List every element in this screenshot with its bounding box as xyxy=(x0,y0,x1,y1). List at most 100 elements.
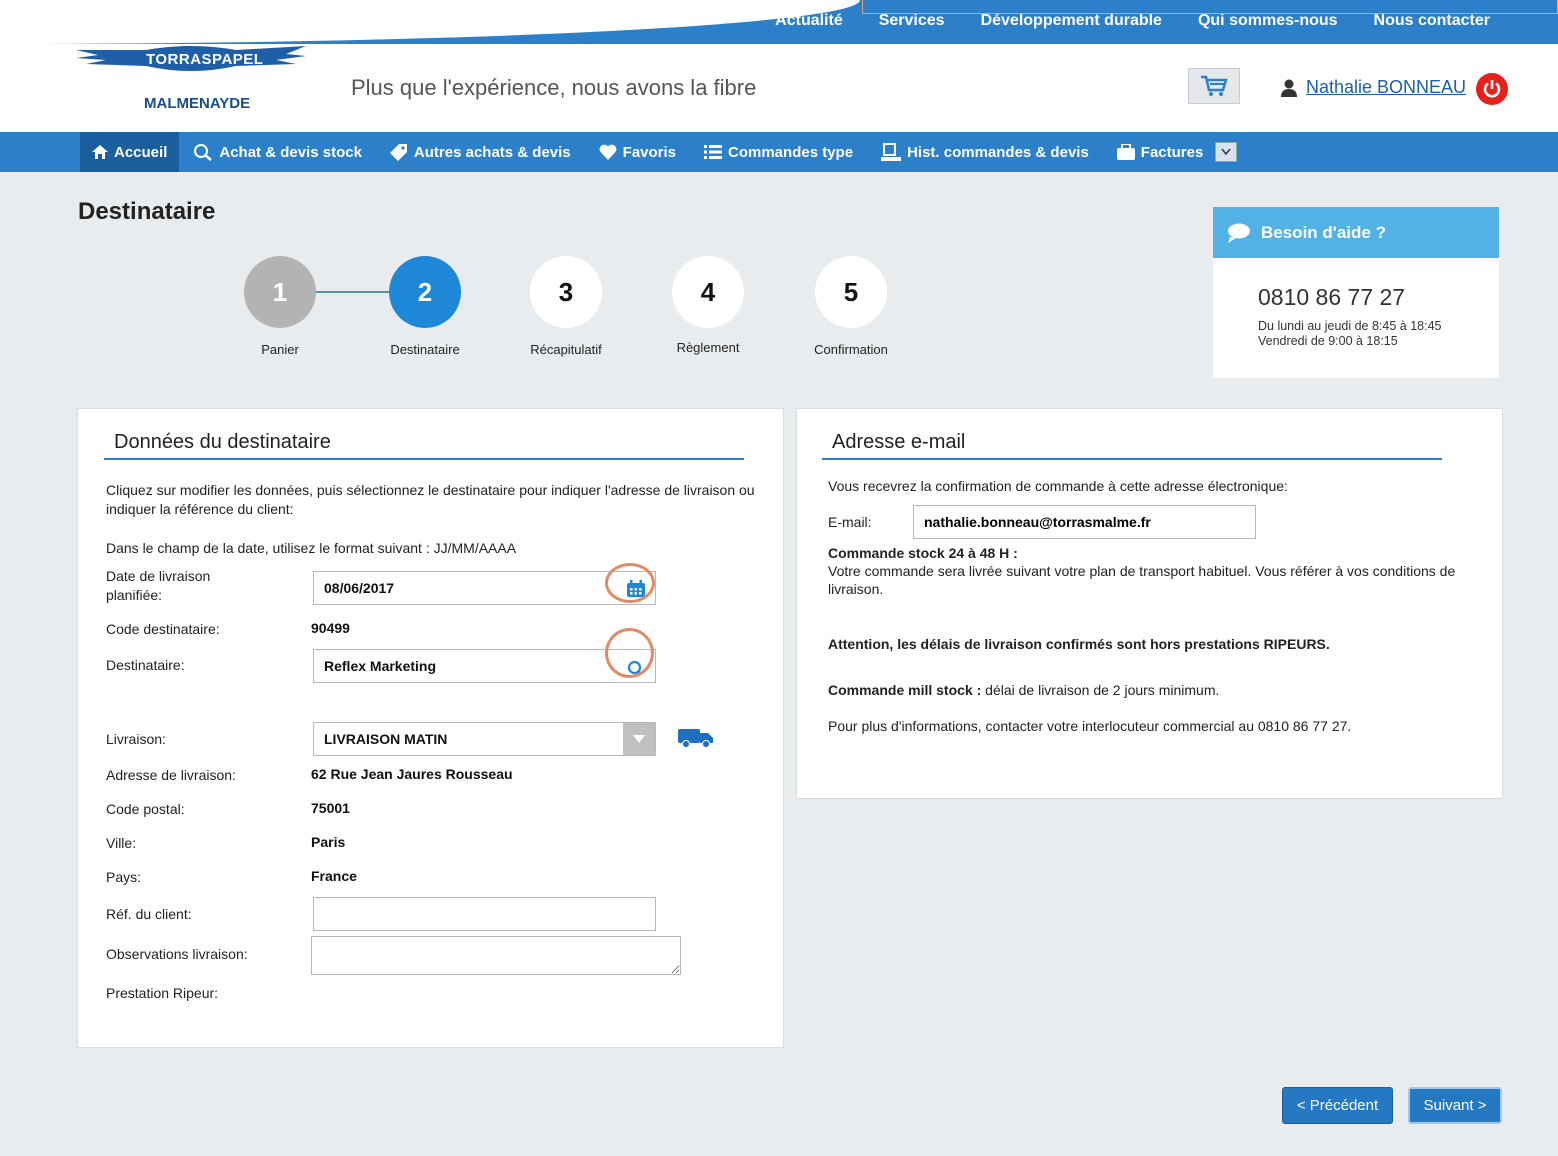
previous-button[interactable]: < Précédent xyxy=(1282,1087,1393,1124)
top-link-qui-sommes-nous[interactable]: Qui sommes-nous xyxy=(1180,12,1356,30)
top-links: Actualité Services Développement durable… xyxy=(757,12,1508,30)
date-input[interactable]: 08/06/2017 xyxy=(313,571,656,605)
annotation-circle xyxy=(605,563,655,603)
nav-commandes-type[interactable]: Commandes type xyxy=(690,132,867,172)
mill-title: Commande mill stock : xyxy=(828,682,982,698)
delivery-select[interactable]: LIVRAISON MATIN xyxy=(313,722,656,756)
history-icon xyxy=(881,143,902,161)
chat-bubble-icon xyxy=(1228,223,1250,243)
nav-accueil[interactable]: Accueil xyxy=(80,132,180,172)
date-format-hint: Dans le champ de la date, utilisez le fo… xyxy=(106,540,517,556)
list-icon xyxy=(704,145,723,159)
help-phone: 0810 86 77 27 xyxy=(1258,284,1406,310)
stock-text: Votre commande sera livrée suivant votre… xyxy=(828,563,1456,597)
logo-text-bottom: MALMENAYDE xyxy=(144,95,251,112)
user-name-link[interactable]: Nathalie BONNEAU xyxy=(1306,77,1466,98)
top-nav: Actualité Services Développement durable… xyxy=(0,0,1558,44)
step-confirmation: 5 Confirmation xyxy=(814,256,888,357)
delivery-label: Livraison: xyxy=(106,731,166,747)
step-reglement: 4 Règlement xyxy=(672,256,744,355)
observations-textarea[interactable] xyxy=(311,936,681,975)
user-icon xyxy=(1281,79,1297,97)
code-value: 90499 xyxy=(311,620,350,636)
email-label: E-mail: xyxy=(828,514,872,530)
main-nav: Accueil Achat & devis stock Autres achat… xyxy=(0,132,1558,172)
nav-commandes-label: Commandes type xyxy=(728,143,854,161)
nav-favoris[interactable]: Favoris xyxy=(585,132,690,172)
step-number: 4 xyxy=(672,256,744,328)
annotation-circle xyxy=(605,628,654,678)
date-value: 08/06/2017 xyxy=(324,580,395,596)
ref-label: Réf. du client: xyxy=(106,906,192,922)
search-icon xyxy=(194,144,213,161)
ripeur-warning: Attention, les délais de livraison confi… xyxy=(828,636,1330,652)
client-ref-input[interactable] xyxy=(313,897,656,931)
nav-achat-devis-stock[interactable]: Achat & devis stock xyxy=(179,132,376,172)
step-number: 2 xyxy=(389,256,461,328)
step-label: Destinataire xyxy=(390,342,460,357)
nav-more-dropdown[interactable] xyxy=(1215,142,1238,162)
help-header[interactable]: Besoin d'aide ? xyxy=(1213,207,1499,258)
top-link-actualite[interactable]: Actualité xyxy=(757,12,861,30)
dest-value: Reflex Marketing xyxy=(324,658,437,674)
country-label: Pays: xyxy=(106,869,142,885)
help-title: Besoin d'aide ? xyxy=(1261,222,1386,242)
dest-label: Destinataire: xyxy=(106,657,185,673)
ripeur-label: Prestation Ripeur: xyxy=(106,985,219,1001)
postal-value: 75001 xyxy=(311,800,350,816)
email-card: Adresse e-mail Vous recevrez la confirma… xyxy=(796,408,1503,799)
tagline: Plus que l'expérience, nous avons la fib… xyxy=(351,75,757,100)
heart-icon xyxy=(599,144,617,160)
nav-hist-commandes[interactable]: Hist. commandes & devis xyxy=(867,132,1103,172)
top-link-services[interactable]: Services xyxy=(861,12,963,30)
address-value: 62 Rue Jean Jaures Rousseau xyxy=(311,766,513,782)
help-hours-weekdays: Du lundi au jeudi de 8:45 à 18:45 xyxy=(1258,319,1442,333)
step-label: Récapitulatif xyxy=(530,342,602,357)
truck-icon xyxy=(678,729,713,748)
logout-button[interactable] xyxy=(1476,73,1508,105)
top-link-nous-contacter[interactable]: Nous contacter xyxy=(1356,12,1508,30)
code-label: Code destinataire: xyxy=(106,621,220,637)
recipient-title: Données du destinataire xyxy=(104,431,744,460)
chevron-down-icon xyxy=(1221,148,1231,156)
header-swoosh xyxy=(0,0,860,44)
email-input[interactable] xyxy=(913,505,1256,539)
user-menu: Nathalie BONNEAU xyxy=(1280,77,1466,98)
logo[interactable]: TORRASPAPEL MALMENAYDE xyxy=(70,40,320,120)
nav-factures[interactable]: Factures xyxy=(1103,132,1252,172)
logo-text-top: TORRASPAPEL xyxy=(146,51,264,68)
select-arrow[interactable] xyxy=(623,723,655,755)
postal-label: Code postal: xyxy=(106,801,185,817)
cart-button[interactable] xyxy=(1188,68,1240,104)
step-label: Confirmation xyxy=(814,342,888,357)
step-number: 5 xyxy=(815,256,887,328)
next-button[interactable]: Suivant > xyxy=(1408,1087,1502,1124)
recipient-card: Données du destinataire Cliquez sur modi… xyxy=(77,408,784,1048)
stock-title: Commande stock 24 à 48 H : xyxy=(828,545,1018,561)
home-icon xyxy=(92,145,108,159)
step-connector xyxy=(314,291,390,293)
country-value: France xyxy=(311,868,357,884)
chevron-down-icon xyxy=(633,735,645,743)
email-title: Adresse e-mail xyxy=(822,431,1442,460)
help-hours: Du lundi au jeudi de 8:45 à 18:45 Vendre… xyxy=(1258,319,1499,349)
obs-label: Observations livraison: xyxy=(106,946,248,962)
delivery-value: LIVRAISON MATIN xyxy=(324,731,448,747)
email-intro: Vous recevrez la confirmation de command… xyxy=(828,478,1288,494)
top-link-developpement-durable[interactable]: Développement durable xyxy=(963,12,1180,30)
step-label: Règlement xyxy=(676,340,740,355)
nav-autres-achats[interactable]: Autres achats & devis xyxy=(376,132,585,172)
step-recapitulatif: 3 Récapitulatif xyxy=(530,256,602,357)
invoice-icon xyxy=(1116,144,1135,160)
city-label: Ville: xyxy=(106,835,137,851)
help-hours-friday: Vendredi de 9:00 à 18:15 xyxy=(1258,334,1398,348)
nav-favoris-label: Favoris xyxy=(622,143,677,161)
tag-icon xyxy=(389,144,407,161)
step-panier[interactable]: 1 Panier xyxy=(244,256,316,357)
nav-achat-label: Achat & devis stock xyxy=(219,143,362,161)
nav-accueil-label: Accueil xyxy=(114,143,168,161)
page-title: Destinataire xyxy=(78,198,216,225)
nav-hist-label: Hist. commandes & devis xyxy=(907,143,1089,161)
cart-icon xyxy=(1201,75,1228,96)
mill-text: délai de livraison de 2 jours minimum. xyxy=(981,682,1220,698)
